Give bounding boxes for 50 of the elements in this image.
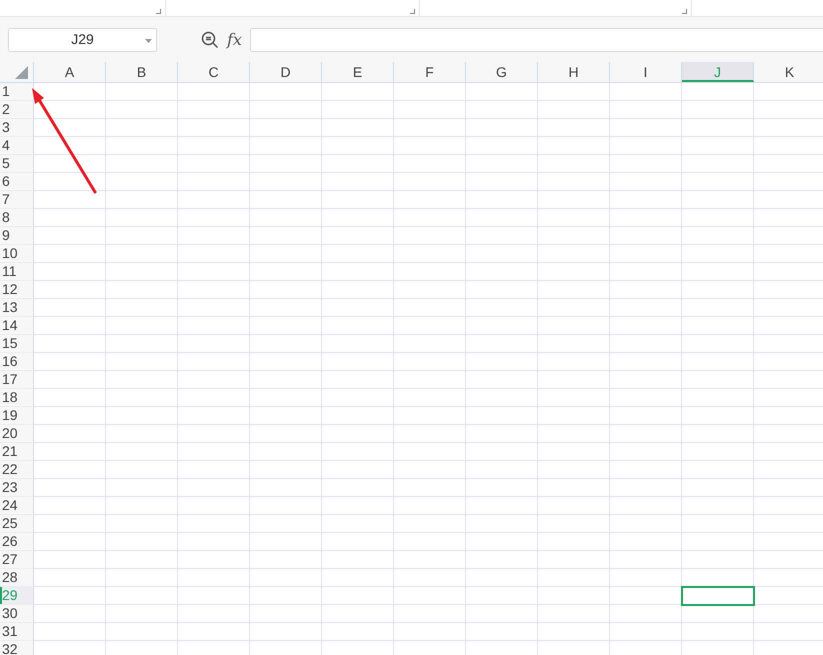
column-header[interactable]: G [466, 62, 538, 82]
row-header[interactable]: 21 [0, 443, 34, 461]
selected-cell[interactable] [682, 587, 754, 605]
row-header[interactable]: 24 [0, 497, 34, 515]
row-header[interactable]: 14 [0, 317, 34, 335]
row-header[interactable]: 4 [0, 137, 34, 155]
select-all-icon[interactable] [15, 66, 29, 80]
row-header[interactable]: 1 [0, 83, 34, 101]
launcher-icon[interactable] [156, 9, 161, 14]
row-header[interactable]: 28 [0, 569, 34, 587]
row-header[interactable]: 15 [0, 335, 34, 353]
row-header[interactable]: 22 [0, 461, 34, 479]
row-header[interactable]: 12 [0, 281, 34, 299]
row-header[interactable]: 23 [0, 479, 34, 497]
column-header[interactable]: F [394, 62, 466, 82]
row-header[interactable]: 20 [0, 425, 34, 443]
column-header[interactable]: A [34, 62, 106, 82]
column-header[interactable]: B [106, 62, 178, 82]
row-header[interactable]: 26 [0, 533, 34, 551]
row-header[interactable]: 10 [0, 245, 34, 263]
row-header[interactable]: 16 [0, 353, 34, 371]
row-header[interactable]: 2 [0, 101, 34, 119]
row-header[interactable]: 19 [0, 407, 34, 425]
launcher-icon[interactable] [410, 9, 415, 14]
row-header[interactable]: 27 [0, 551, 34, 569]
column-header[interactable]: K [754, 62, 823, 82]
row-header[interactable]: 9 [0, 227, 34, 245]
column-header[interactable]: H [538, 62, 610, 82]
row-header[interactable]: 5 [0, 155, 34, 173]
row-header[interactable]: 31 [0, 623, 34, 641]
zoom-out-icon[interactable] [201, 30, 219, 48]
column-header[interactable]: C [178, 62, 250, 82]
column-header[interactable]: D [250, 62, 322, 82]
row-header[interactable]: 25 [0, 515, 34, 533]
row-header[interactable]: 17 [0, 371, 34, 389]
row-header[interactable]: 3 [0, 119, 34, 137]
name-box[interactable]: J29 [8, 28, 157, 52]
column-header[interactable]: E [322, 62, 394, 82]
row-header[interactable]: 18 [0, 389, 34, 407]
row-header[interactable]: 7 [0, 191, 34, 209]
row-header[interactable]: 8 [0, 209, 34, 227]
row-header[interactable]: 13 [0, 299, 34, 317]
caret-icon [145, 38, 152, 42]
formula-input[interactable] [250, 28, 823, 52]
launcher-icon[interactable] [682, 9, 687, 14]
row-header[interactable]: 32 [0, 641, 34, 655]
row-header[interactable]: 30 [0, 605, 34, 623]
function-button[interactable]: fx [227, 28, 242, 52]
row-header[interactable]: 6 [0, 173, 34, 191]
row-header[interactable]: 11 [0, 263, 34, 281]
